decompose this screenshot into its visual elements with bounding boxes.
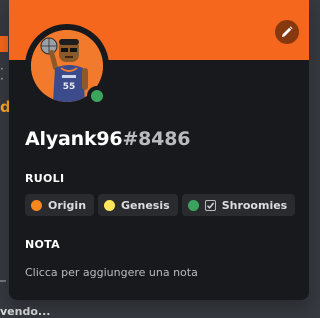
role-color-dot: [31, 199, 42, 211]
user-profile-popout: 55 Alyank96#8486 RUOLI Origin Genesis Sh…: [9, 0, 309, 300]
role-chip-genesis[interactable]: Genesis: [98, 194, 178, 216]
role-chip-origin[interactable]: Origin: [25, 194, 95, 216]
edit-profile-button[interactable]: [275, 20, 299, 44]
note-input[interactable]: Clicca per aggiungere una nota: [19, 260, 299, 284]
role-name: Genesis: [121, 198, 170, 212]
background-mark: [0, 280, 6, 282]
role-name: Origin: [48, 198, 87, 212]
role-chip-shroomies[interactable]: Shroomies: [181, 194, 296, 216]
background-typing-text: vendo...: [0, 305, 51, 318]
roles-list: Origin Genesis Shroomies: [25, 194, 296, 216]
roles-section-title: RUOLI: [25, 172, 65, 185]
role-name: Shroomies: [221, 198, 288, 212]
online-status-indicator: [87, 86, 107, 106]
role-color-dot: [187, 199, 199, 211]
username-text: Alyank96: [25, 128, 123, 150]
checkmark-icon: [204, 199, 216, 211]
background-message-highlight: [0, 36, 8, 52]
profile-username[interactable]: Alyank96#8486: [25, 128, 190, 150]
pencil-icon: [281, 23, 293, 42]
avatar-frame[interactable]: 55: [25, 24, 109, 108]
discriminator-text: #8486: [122, 128, 191, 150]
note-section-title: NOTA: [25, 238, 60, 251]
jersey-number: 55: [63, 82, 76, 92]
background-dots: · ·: [0, 62, 4, 86]
role-color-dot: [104, 199, 116, 211]
